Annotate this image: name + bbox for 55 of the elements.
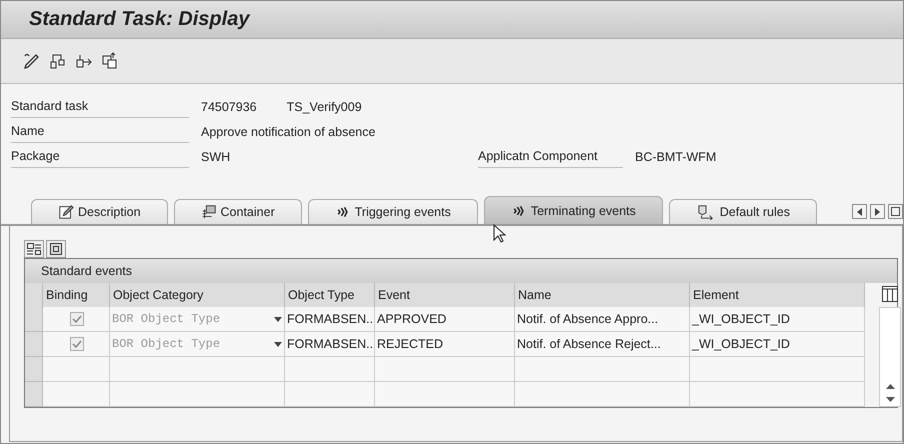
column-header: Event xyxy=(375,283,515,307)
field-label: Standard task xyxy=(11,95,189,118)
hierarchy-icon[interactable] xyxy=(49,52,67,70)
field-label: Applicatn Component xyxy=(478,145,623,168)
arrows-icon[interactable] xyxy=(75,52,93,70)
copy-icon[interactable] xyxy=(101,52,119,70)
field-value: 74507936 xyxy=(201,100,257,114)
left-triangle-icon xyxy=(856,208,862,216)
cell-text: BOR Object Type xyxy=(112,337,220,351)
tab[interactable]: Description xyxy=(31,199,168,224)
cursor-icon xyxy=(493,224,507,244)
column-header: Object Type xyxy=(285,283,375,307)
dropdown-icon[interactable] xyxy=(274,342,282,346)
field-value: Approve notification of absence xyxy=(201,124,376,138)
column-header: Element xyxy=(690,283,865,307)
scroll-up-icon[interactable] xyxy=(886,384,894,389)
details-button[interactable] xyxy=(46,240,66,258)
field-label: Package xyxy=(11,145,189,168)
tab[interactable]: Container xyxy=(174,199,302,224)
table-cell: Notif. of Absence Appro... xyxy=(515,307,690,332)
table-cell: APPROVED xyxy=(375,307,515,332)
cell-text: BOR Object Type xyxy=(112,312,220,326)
tab[interactable]: Terminating events xyxy=(484,196,663,224)
edit-icon xyxy=(58,204,74,220)
table-cell: FORMABSEN.. xyxy=(285,332,375,357)
table-cell: Notif. of Absence Reject... xyxy=(515,332,690,357)
field-value: SWH xyxy=(201,150,230,164)
table-cell: REJECTED xyxy=(375,332,515,357)
field-value: BC-BMT-WFM xyxy=(635,150,716,164)
field-label: Name xyxy=(11,120,189,143)
column-header: Name xyxy=(515,283,690,307)
tab[interactable]: Default rules xyxy=(668,199,817,224)
columns-icon[interactable] xyxy=(881,285,899,303)
rules-icon xyxy=(696,204,716,220)
layout-button[interactable] xyxy=(24,240,44,258)
field-value: TS_Verify009 xyxy=(286,100,362,114)
tab[interactable]: Triggering events xyxy=(308,199,478,224)
scroll-down-icon[interactable] xyxy=(886,397,894,402)
table-title: Standard events xyxy=(25,259,897,283)
checkbox[interactable] xyxy=(70,312,84,326)
scroll-right-button[interactable] xyxy=(870,204,885,219)
dropdown-icon[interactable] xyxy=(274,316,282,322)
table-cell: FORMABSEN.. xyxy=(285,307,375,332)
checkbox[interactable] xyxy=(70,337,84,351)
column-header: Object Category xyxy=(110,283,285,307)
right-triangle-icon xyxy=(874,208,880,216)
container-icon xyxy=(200,204,217,220)
table-cell: _WI_OBJECT_ID xyxy=(690,332,865,357)
header-corner xyxy=(25,283,43,307)
scroll-left-button[interactable] xyxy=(852,204,867,219)
column-header: Binding xyxy=(43,283,110,307)
window-title: Standard Task: Display xyxy=(29,8,250,31)
table-cell: _WI_OBJECT_ID xyxy=(690,307,865,332)
square-icon xyxy=(891,207,900,216)
tab-list-button[interactable] xyxy=(888,204,903,219)
